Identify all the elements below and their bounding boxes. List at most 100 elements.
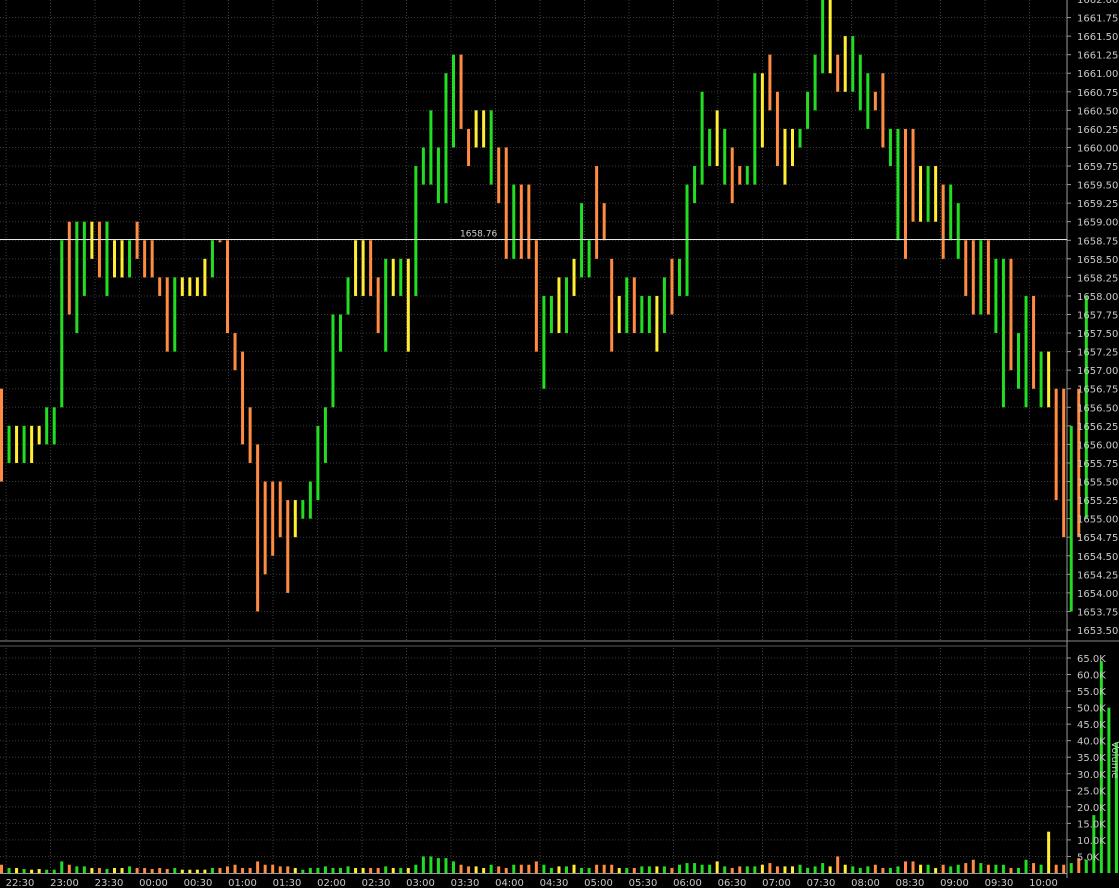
price-bar <box>700 91 704 185</box>
volume-bar <box>376 868 380 873</box>
volume-bar <box>308 868 312 873</box>
volume-tick-label: 25.0K <box>1077 786 1106 797</box>
time-tick-label: 10:00 <box>1029 878 1058 888</box>
time-tick-label: 06:30 <box>718 878 747 888</box>
price-bar <box>301 500 305 519</box>
price-bar <box>188 277 192 296</box>
volume-bar <box>956 864 960 873</box>
volume-bar <box>587 868 591 873</box>
volume-bar <box>791 866 794 873</box>
volume-bar <box>843 864 847 873</box>
volume-bar <box>180 869 184 873</box>
volume-bar <box>346 866 350 873</box>
price-bar <box>708 128 712 167</box>
time-tick-label: 00:30 <box>184 878 213 888</box>
price-bar <box>143 240 147 278</box>
price-tick-label: 1656.00 <box>1077 440 1118 451</box>
price-bar <box>158 277 162 296</box>
volume-bar <box>806 868 810 873</box>
price-tick-label: 1659.25 <box>1077 199 1118 210</box>
volume-bar <box>693 863 697 873</box>
volume-bar <box>632 868 636 873</box>
time-tick-label: 02:30 <box>362 878 391 888</box>
volume-bar <box>429 856 433 873</box>
price-bar <box>218 240 222 243</box>
volume-tick-label: 50.0K <box>1077 704 1106 715</box>
volume-bar <box>565 866 568 873</box>
price-bar <box>195 277 199 296</box>
volume-bar <box>7 868 11 873</box>
volume-bar <box>896 866 900 873</box>
price-tick-label: 1655.50 <box>1077 478 1118 489</box>
volume-bar <box>919 864 923 873</box>
price-tick-label: 1659.00 <box>1077 218 1118 229</box>
volume-tick-label: 20.0K <box>1077 803 1106 814</box>
time-tick-label: 09:00 <box>940 878 969 888</box>
time-tick-label: 03:00 <box>406 878 435 888</box>
price-bar <box>346 277 350 315</box>
volume-bar <box>971 859 975 873</box>
price-tick-label: 1657.00 <box>1077 366 1118 377</box>
volume-bar <box>60 861 64 873</box>
volume-bar <box>655 866 659 873</box>
price-bar <box>308 481 312 519</box>
volume-axis-title: Volume <box>1109 741 1119 778</box>
price-bar <box>436 147 440 204</box>
price-bar <box>75 221 79 334</box>
price-tick-label: 1653.75 <box>1077 607 1118 618</box>
volume-bar <box>512 864 516 873</box>
volume-bar <box>753 866 757 873</box>
volume-bar <box>934 868 938 873</box>
volume-bar <box>964 863 968 873</box>
volume-bar <box>489 864 493 873</box>
volume-bar <box>1107 707 1111 873</box>
price-bar <box>1062 388 1066 538</box>
volume-tick-label: 45.0K <box>1077 720 1106 731</box>
price-bar <box>836 54 840 92</box>
price-bar <box>7 425 11 463</box>
price-bar <box>354 240 358 296</box>
price-tick-label: 1654.50 <box>1077 552 1118 563</box>
price-bar <box>791 128 794 167</box>
time-tick-label: 04:30 <box>540 878 569 888</box>
price-bar <box>150 240 154 278</box>
volume-bar <box>873 864 877 873</box>
volume-bar <box>821 863 825 873</box>
volume-bar <box>90 868 94 873</box>
volume-tick-label: 35.0K <box>1077 753 1106 764</box>
price-bar <box>444 73 448 204</box>
price-bar <box>459 54 463 129</box>
volume-bar <box>527 864 531 873</box>
time-tick-label: 01:30 <box>273 878 302 888</box>
volume-bar <box>226 866 229 873</box>
volume-bar <box>128 866 132 873</box>
price-bar <box>52 407 56 445</box>
volume-bar <box>1001 864 1005 873</box>
volume-bar <box>678 864 681 873</box>
volume-bar <box>700 864 704 873</box>
volume-bar <box>286 866 290 873</box>
price-bar <box>843 36 847 92</box>
volume-bar <box>165 869 169 873</box>
price-bar <box>587 240 591 278</box>
price-tick-label: 1657.75 <box>1077 311 1118 322</box>
price-bar <box>768 54 772 111</box>
time-tick-label: 06:00 <box>673 878 702 888</box>
price-bar <box>210 240 214 278</box>
time-tick-label: 01:00 <box>228 878 257 888</box>
volume-bar <box>248 868 252 873</box>
price-bar <box>670 258 674 315</box>
price-bar <box>647 295 651 334</box>
price-bar <box>512 184 516 259</box>
price-tick-label: 1656.50 <box>1077 403 1118 414</box>
price-bar <box>278 481 282 538</box>
volume-bar <box>278 866 282 873</box>
price-bar <box>467 128 471 167</box>
volume-bar <box>135 868 139 873</box>
volume-tick-label: 40.0K <box>1077 737 1106 748</box>
price-bar <box>135 221 139 259</box>
price-bar <box>339 314 342 352</box>
volume-bar <box>549 868 553 873</box>
price-bar <box>519 184 523 259</box>
time-tick-label: 03:30 <box>451 878 480 888</box>
